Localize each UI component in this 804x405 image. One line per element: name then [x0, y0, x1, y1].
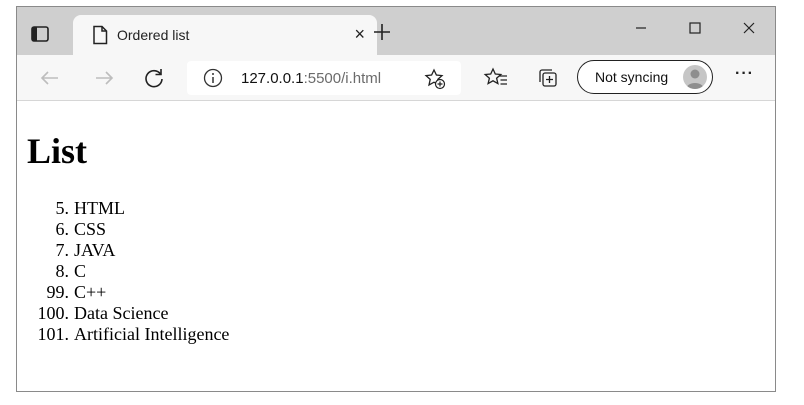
favorites-icon[interactable] [483, 65, 509, 91]
url-host: 127.0.0.1 [241, 70, 304, 87]
list-item-text: JAVA [74, 240, 116, 260]
list-item-text: C [74, 261, 87, 281]
list-item-text: CSS [74, 219, 107, 239]
page-heading: List [27, 131, 88, 171]
title-bar: Ordered list × [17, 7, 775, 55]
tab-actions-icon[interactable] [29, 23, 51, 45]
list-item: 100. Data Science [17, 303, 229, 324]
add-favorite-icon[interactable] [424, 68, 446, 90]
list-item-text: Data Science [74, 303, 169, 323]
list-item-text: HTML [74, 198, 125, 218]
plus-icon[interactable] [371, 21, 393, 43]
tab-title: Ordered list [117, 27, 190, 43]
list-item-number: 6. [55, 219, 70, 239]
close-tab-icon[interactable]: × [354, 25, 365, 43]
list-item: 5. HTML [17, 198, 229, 219]
list-item-number: 101. [37, 324, 70, 344]
minimize-icon[interactable] [627, 17, 655, 39]
list-item-number: 7. [55, 240, 70, 260]
close-window-icon[interactable] [735, 17, 763, 39]
list-item-text: Artificial Intelligence [74, 324, 230, 344]
more-menu-icon[interactable]: ··· [735, 65, 754, 83]
back-icon[interactable] [37, 65, 63, 91]
address-bar[interactable]: 127.0.0.1:5500/i.html [187, 61, 461, 95]
forward-icon[interactable] [91, 65, 117, 91]
list-item: 99. C++ [17, 282, 229, 303]
browser-window: Ordered list × 127.0.0.1:5500/i.html Not… [16, 6, 776, 392]
page-icon [91, 25, 109, 45]
info-icon[interactable] [203, 68, 223, 88]
profile-avatar-icon [683, 65, 707, 89]
list-item: 7. JAVA [17, 240, 229, 261]
list-item-number: 5. [55, 198, 70, 218]
list-item-number: 8. [55, 261, 70, 281]
list-item: 101. Artificial Intelligence [17, 324, 230, 345]
ordered-list: 5. HTML 6. CSS 7. JAVA 8. C 99. C++ 100. Data … [17, 198, 230, 345]
toolbar: 127.0.0.1:5500/i.html Not syncing ··· [17, 55, 775, 101]
refresh-icon[interactable] [141, 65, 167, 91]
maximize-icon[interactable] [681, 17, 709, 39]
list-item: 6. CSS [17, 219, 229, 240]
sync-button[interactable]: Not syncing [577, 60, 713, 94]
url-path: :5500/i.html [303, 70, 382, 87]
list-item-number: 99. [46, 282, 70, 302]
page-content: List 5. HTML 6. CSS 7. JAVA 8. C 99. C++ 100.… [17, 101, 775, 391]
list-item-number: 100. [37, 303, 70, 323]
collections-icon[interactable] [535, 65, 561, 91]
sync-label: Not syncing [595, 69, 669, 85]
list-item: 8. C [17, 261, 229, 282]
browser-tab[interactable]: Ordered list × [73, 15, 377, 55]
list-item-text: C++ [74, 282, 107, 302]
url-text: 127.0.0.1:5500/i.html [241, 70, 381, 87]
